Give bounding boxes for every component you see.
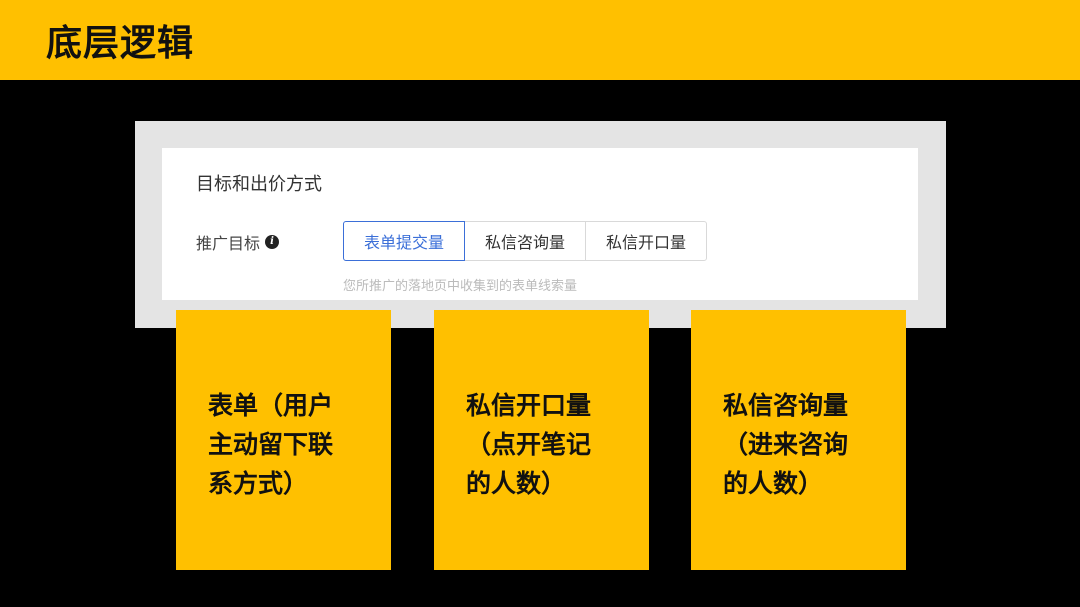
promotion-goal-label: 推广目标 i — [196, 230, 280, 254]
option-dm-inquiries[interactable]: 私信咨询量 — [464, 221, 587, 261]
option-form-submissions[interactable]: 表单提交量 — [343, 221, 466, 261]
explanation-card-dm-openings: 私信开口量 （点开笔记 的人数） — [434, 310, 649, 570]
card-text-dm-inquiries: 私信咨询量 （进来咨询 的人数） — [723, 391, 849, 498]
explanation-card-dm-inquiries: 私信咨询量 （进来咨询 的人数） — [691, 310, 906, 570]
ui-screenshot-frame: 目标和出价方式 推广目标 i 表单提交量 私信咨询量 私信开口量 您所推广的落地… — [135, 121, 946, 328]
panel-title: 目标和出价方式 — [196, 174, 322, 195]
header-bar: 底层逻辑 — [0, 0, 1080, 80]
promotion-goal-options: 表单提交量 私信咨询量 私信开口量 — [343, 221, 708, 261]
option-hint-text: 您所推广的落地页中收集到的表单线索量 — [343, 279, 578, 294]
option-dm-openings[interactable]: 私信开口量 — [585, 221, 708, 261]
info-icon[interactable]: i — [265, 235, 280, 249]
explanation-card-form: 表单（用户 主动留下联 系方式） — [176, 310, 391, 570]
page-title: 底层逻辑 — [46, 23, 195, 64]
card-text-form: 表单（用户 主动留下联 系方式） — [208, 391, 334, 498]
promotion-goal-label-text: 推广目标 — [196, 234, 261, 253]
bid-settings-panel: 目标和出价方式 推广目标 i 表单提交量 私信咨询量 私信开口量 您所推广的落地… — [162, 148, 918, 300]
card-text-dm-openings: 私信开口量 （点开笔记 的人数） — [466, 391, 592, 498]
